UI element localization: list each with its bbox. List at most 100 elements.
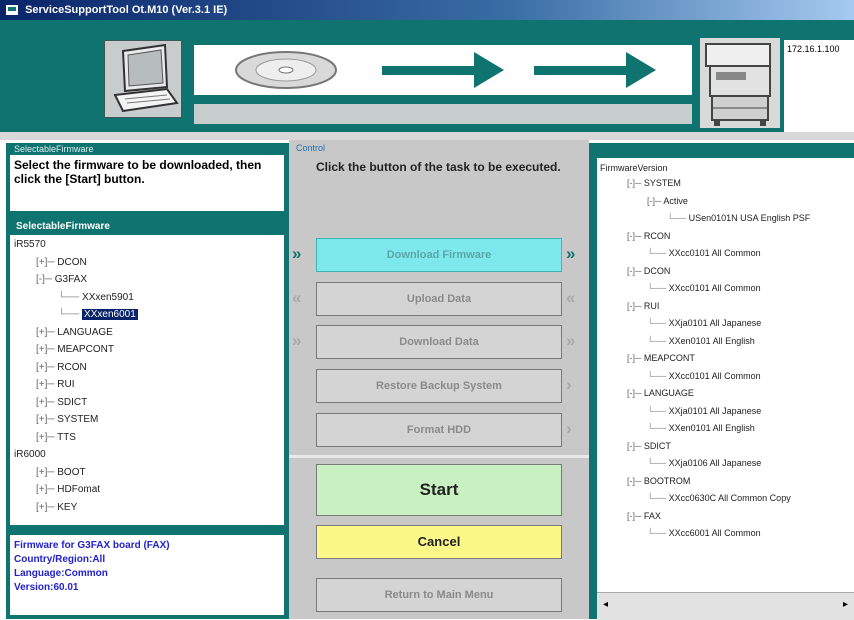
firmware-version-tree[interactable]: [-]─ SYSTEM [-]─ Active └── USen0101N USA …: [597, 158, 854, 619]
expand-icon[interactable]: [+]─: [36, 327, 57, 338]
tree-item[interactable]: └── XXcc0101 All Common: [647, 248, 761, 258]
restore-backup-button[interactable]: Restore Backup System: [316, 369, 562, 403]
tree-item[interactable]: [+]─ LANGUAGE: [36, 327, 113, 338]
tree-item[interactable]: [-]─ RUI: [627, 301, 659, 311]
tree-item-label: XXcc0630C All Common Copy: [668, 493, 791, 503]
tree-item-label: G3FAX: [54, 274, 87, 285]
tree-item[interactable]: └── USen0101N USA English PSF: [667, 213, 810, 223]
cancel-button[interactable]: Cancel: [316, 525, 562, 559]
tree-item-label: RCON: [643, 230, 671, 241]
tree-item[interactable]: └── XXcc0101 All Common: [647, 283, 761, 293]
tree-item[interactable]: └── XXja0101 All Japanese: [647, 318, 761, 328]
expand-icon[interactable]: [+]─: [36, 467, 57, 478]
tree-item[interactable]: └── XXxen5901: [58, 292, 134, 303]
info-description: Firmware for G3FAX board (FAX): [14, 540, 170, 551]
double-chevron-icon: «: [566, 288, 576, 307]
tree-item[interactable]: └── XXcc0630C All Common Copy: [647, 493, 791, 503]
double-chevron-icon: »: [292, 244, 302, 263]
tree-item[interactable]: └── XXja0106 All Japanese: [647, 458, 761, 468]
expand-icon[interactable]: [+]─: [36, 432, 57, 443]
cd-disc-icon: [235, 51, 337, 89]
tree-item[interactable]: [+]─ TTS: [36, 432, 76, 443]
tree-item[interactable]: [-]─ SDICT: [627, 441, 671, 451]
collapse-icon[interactable]: [-]─: [627, 301, 644, 311]
tree-item[interactable]: [-]─ BOOTROM: [627, 476, 690, 486]
expand-icon[interactable]: [+]─: [36, 502, 57, 513]
return-main-menu-button[interactable]: Return to Main Menu: [316, 578, 562, 612]
scroll-left-icon[interactable]: ◂: [603, 599, 608, 610]
tree-item-label: FAX: [643, 510, 661, 521]
tree-item[interactable]: [+]─ SDICT: [36, 397, 87, 408]
collapse-icon[interactable]: [-]─: [627, 353, 644, 363]
double-chevron-icon: »: [566, 331, 576, 350]
tree-item[interactable]: [+]─ RCON: [36, 362, 87, 373]
tree-item[interactable]: [-]─ MEAPCONT: [627, 353, 695, 363]
tree-item[interactable]: └── XXen0101 All English: [647, 336, 755, 346]
expand-icon[interactable]: [+]─: [36, 397, 57, 408]
tree-item-label: LANGUAGE: [643, 388, 694, 398]
tree-item[interactable]: [-]─ Active: [647, 196, 688, 206]
tree-item[interactable]: [-]─ RCON: [627, 231, 670, 241]
double-chevron-icon: »: [566, 244, 576, 263]
collapse-icon[interactable]: [-]─: [647, 196, 663, 206]
collapse-icon[interactable]: [-]─: [627, 266, 644, 276]
tree-item[interactable]: [+]─ BOOT: [36, 467, 86, 478]
tree-item[interactable]: └── XXen0101 All English: [647, 423, 755, 433]
tree-item-label: RUI: [643, 300, 660, 311]
tree-item[interactable]: iR6000: [14, 449, 46, 460]
tree-item[interactable]: [+]─ HDFomat: [36, 484, 100, 495]
tree-item-label: HDFomat: [57, 484, 101, 495]
tree-item[interactable]: [-]─ DCON: [627, 266, 670, 276]
tree-item[interactable]: └── XXxen6001: [58, 309, 138, 320]
title-bar[interactable]: ServiceSupportTool Ot.M10 (Ver.3.1 IE): [0, 0, 854, 20]
firmware-tree[interactable]: iR5570 [+]─ DCON [-]─ G3FAX └── XXxen5901 └─…: [10, 235, 284, 525]
expand-icon[interactable]: [+]─: [36, 362, 57, 373]
tree-item[interactable]: [+]─ DCON: [36, 257, 87, 268]
control-separator: [289, 455, 589, 458]
start-button[interactable]: Start: [316, 464, 562, 516]
tree-item-label: SDICT: [57, 396, 88, 408]
app-icon: [6, 5, 18, 16]
tree-item[interactable]: [-]─ FAX: [627, 511, 661, 521]
tree-item-label: XXcc0101 All Common: [668, 370, 761, 381]
tree-item[interactable]: [-]─ G3FAX: [36, 274, 87, 285]
expand-icon[interactable]: [+]─: [36, 344, 57, 355]
tree-connector: └──: [647, 405, 669, 416]
expand-icon[interactable]: [+]─: [36, 484, 57, 495]
download-data-button[interactable]: Download Data: [316, 325, 562, 359]
expand-icon[interactable]: [+]─: [36, 379, 57, 390]
expand-icon[interactable]: [+]─: [36, 414, 57, 425]
tree-connector: └──: [58, 309, 83, 320]
tree-item[interactable]: └── XXja0101 All Japanese: [647, 406, 761, 416]
tree-item[interactable]: [-]─ SYSTEM: [627, 178, 681, 188]
tree-item[interactable]: [+]─ KEY: [36, 502, 77, 513]
tree-item-label: MEAPCONT: [643, 353, 695, 363]
collapse-icon[interactable]: [-]─: [627, 178, 644, 188]
tree-item[interactable]: └── XXcc6001 All Common: [647, 528, 761, 538]
tree-item-label: Active: [663, 195, 688, 206]
collapse-icon[interactable]: [-]─: [627, 511, 644, 521]
download-firmware-button[interactable]: Download Firmware: [316, 238, 562, 272]
horizontal-scrollbar[interactable]: ◂ ▸: [597, 592, 854, 620]
expand-icon[interactable]: [+]─: [36, 257, 57, 268]
collapse-icon[interactable]: [-]─: [627, 388, 644, 398]
tree-item-label: KEY: [57, 501, 78, 513]
tree-connector: └──: [647, 493, 669, 503]
format-hdd-button[interactable]: Format HDD: [316, 413, 562, 447]
double-chevron-icon: «: [292, 288, 302, 307]
tree-item[interactable]: iR5570: [14, 239, 46, 250]
upload-data-button[interactable]: Upload Data: [316, 282, 562, 316]
collapse-icon[interactable]: [-]─: [627, 476, 644, 486]
tree-item[interactable]: └── XXcc0101 All Common: [647, 371, 761, 381]
collapse-icon[interactable]: [-]─: [627, 231, 644, 241]
control-legend: Control: [296, 143, 326, 153]
tree-item[interactable]: [+]─ RUI: [36, 379, 75, 390]
collapse-icon[interactable]: [-]─: [627, 441, 644, 451]
tree-item[interactable]: [+]─ MEAPCONT: [36, 344, 114, 355]
scroll-right-icon[interactable]: ▸: [843, 599, 848, 610]
tree-item-label: XXen0101 All English: [668, 423, 755, 433]
tree-item[interactable]: [-]─ LANGUAGE: [627, 388, 694, 398]
tree-item[interactable]: [+]─ SYSTEM: [36, 414, 98, 425]
tree-connector: └──: [647, 370, 669, 381]
collapse-icon[interactable]: [-]─: [36, 274, 55, 285]
